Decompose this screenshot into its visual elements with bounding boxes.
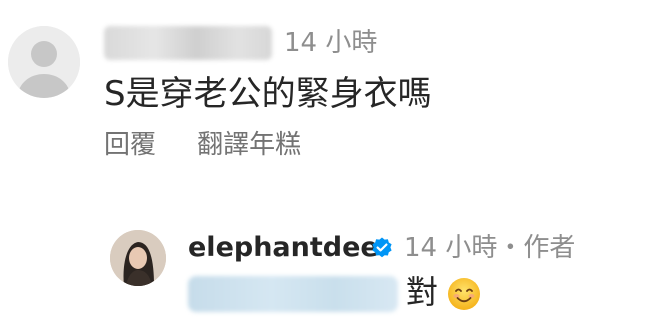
translate-button[interactable]: 翻譯年糕 <box>197 130 301 160</box>
verified-badge-icon <box>372 237 392 258</box>
reply-button[interactable]: 回覆 <box>104 130 156 160</box>
blurred-mention <box>188 276 398 312</box>
author-avatar[interactable] <box>110 230 166 286</box>
blurred-username <box>104 26 272 60</box>
default-avatar-icon[interactable] <box>8 26 80 98</box>
smiling-face-icon <box>448 278 480 310</box>
comment-timestamp: 14 小時 <box>284 28 378 58</box>
author-username[interactable]: elephantdee <box>188 232 379 264</box>
reply-meta: 14 小時・作者 <box>404 233 576 263</box>
comment-actions: 回覆 翻譯年糕 <box>104 130 301 160</box>
comment-text: S是穿老公的緊身衣嗎 <box>104 74 432 114</box>
reply-text: 對 <box>406 273 439 311</box>
